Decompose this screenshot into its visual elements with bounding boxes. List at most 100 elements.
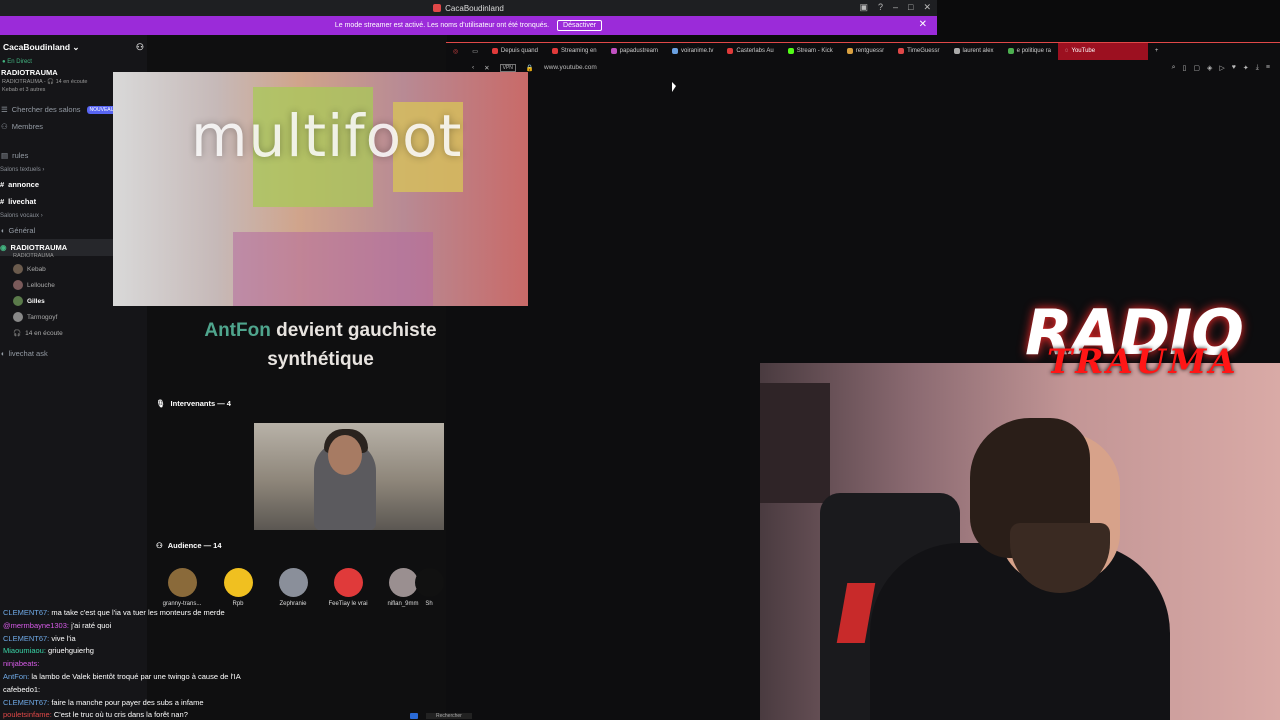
lock-icon: 🔒: [525, 64, 534, 72]
audience-member[interactable]: Zephranie: [267, 568, 319, 607]
voice-user-name: Kebab: [27, 265, 46, 273]
chat-text: vive l'ia: [49, 633, 76, 643]
tab[interactable]: rentguessr: [840, 43, 891, 60]
tab[interactable]: Depuis quand: [485, 43, 545, 60]
headline-rest: devient gauchiste synthétique: [267, 320, 437, 370]
streamer-mode-banner: Le mode streamer est activé. Les noms d'…: [0, 16, 937, 35]
vpn-badge[interactable]: VPN: [499, 63, 516, 72]
stream-video[interactable]: multifoot: [113, 72, 528, 306]
tab[interactable]: laurent alex: [947, 43, 1001, 60]
maximize-icon[interactable]: □: [908, 2, 913, 13]
speaker-video[interactable]: [254, 423, 444, 530]
extensions-icon[interactable]: ✦: [1243, 64, 1249, 72]
channel-label: livechat: [8, 197, 37, 206]
members-icon: ⚇: [1, 122, 8, 131]
listening-count[interactable]: 🎧 14 en écoute: [0, 325, 147, 341]
play-icon[interactable]: ▷: [1219, 64, 1224, 72]
tab[interactable]: Stream - Kick: [781, 43, 840, 60]
address-bar: ‹ ✕ VPN 🔒 www.youtube.com ⌕ ▯ ▢ ◈ ▷ ♥ ✦ …: [446, 59, 1280, 76]
avatar: [167, 568, 197, 597]
video-title: multifoot: [191, 102, 463, 170]
tab-label: YouTube: [1071, 48, 1096, 54]
tab[interactable]: voiranime.tv: [665, 43, 720, 60]
tab[interactable]: Streaming en: [545, 43, 604, 60]
tab-label: Casterlabs Au: [736, 48, 774, 54]
chat-user: @mermbayne1303:: [3, 620, 69, 630]
tab[interactable]: Casterlabs Au: [720, 43, 780, 60]
tab-youtube[interactable]: ◌ YouTube: [1057, 42, 1148, 60]
stage-icon: ◉: [0, 243, 7, 252]
close-icon[interactable]: ✕: [923, 2, 931, 13]
help-icon[interactable]: ?: [878, 2, 883, 13]
disable-streamer-button[interactable]: Désactiver: [557, 20, 603, 31]
tab[interactable]: e politique ra: [1001, 43, 1058, 60]
chat-text: ma take c'est que l'ia va tuer les monte…: [49, 608, 225, 617]
chat-line: ninjabeats:: [3, 658, 323, 671]
voice-user-name: Lellouche: [27, 281, 55, 289]
bookmark-icon[interactable]: ▯: [1183, 64, 1187, 72]
tab-label: papadustream: [619, 48, 658, 54]
rules-label: rules: [12, 151, 29, 160]
stop-icon[interactable]: ✕: [484, 64, 489, 72]
avatar: [333, 568, 363, 597]
banner-close-icon[interactable]: ✕: [919, 19, 927, 30]
browser-logo-icon[interactable]: ◎: [446, 43, 465, 60]
new-tab-icon[interactable]: +: [1148, 43, 1166, 60]
tab-sidebar-icon[interactable]: ▭: [465, 43, 485, 60]
favicon-icon: [1007, 48, 1014, 54]
audience-member[interactable]: Sh: [414, 568, 444, 607]
tab[interactable]: papadustream: [604, 43, 665, 60]
rules-icon: ▤: [1, 151, 9, 160]
cam-lightbox: [760, 383, 830, 503]
channel-label: annonce: [8, 180, 40, 189]
audience-member[interactable]: Rpb: [212, 568, 264, 607]
channel-label: RADIOTRAUMA: [10, 243, 68, 252]
loading-icon: ◌: [1064, 48, 1069, 54]
avatar: [13, 264, 23, 274]
tab-label: TimeGuessr: [907, 48, 940, 54]
people-icon: ⚇: [156, 541, 163, 550]
audience-member[interactable]: granny-trans...: [156, 568, 208, 607]
server-header[interactable]: CacaBoudinland ⌄ ⚇: [0, 35, 147, 59]
shield-icon[interactable]: ◈: [1207, 64, 1212, 72]
inbox-icon[interactable]: ▣: [859, 2, 868, 13]
tab-label: e politique ra: [1016, 48, 1051, 54]
chat-line: Miaoumiaou: griuehguierhg: [3, 645, 323, 658]
windows-start-icon[interactable]: [410, 713, 418, 719]
download-icon[interactable]: ⤓: [1256, 64, 1259, 72]
avatar: [13, 296, 23, 306]
channel-label: livechat ask: [8, 349, 48, 358]
add-member-icon[interactable]: ⚇: [136, 42, 144, 53]
voice-user[interactable]: Tarmogoyf: [0, 309, 147, 325]
menu-icon[interactable]: ≡: [1266, 64, 1270, 72]
avatar: [278, 568, 308, 597]
audience-member[interactable]: FeeTiay le vrai: [322, 568, 374, 607]
chat-line: CLEMENT67: faire la manche pour payer de…: [3, 697, 323, 710]
tab[interactable]: TimeGuessr: [891, 43, 946, 60]
channel-livechat-ask[interactable]: ◖ livechat ask: [0, 345, 147, 362]
hash-icon: #: [0, 180, 5, 189]
tab-label: Stream - Kick: [796, 48, 833, 54]
tab-label: Streaming en: [560, 48, 597, 54]
url-field[interactable]: www.youtube.com: [544, 64, 597, 71]
screenshot-icon[interactable]: ▢: [1193, 64, 1200, 72]
mouse-cursor-icon: [672, 82, 676, 92]
voice-user-name: Tarmogoyf: [27, 313, 58, 321]
avatar: [13, 312, 23, 322]
taskbar-search[interactable]: Rechercher: [426, 713, 472, 719]
back-icon[interactable]: ‹: [472, 64, 474, 71]
webcam-feed: [760, 363, 1280, 720]
chat-text: C'est le truc où tu cris dans la forêt n…: [51, 710, 188, 720]
heart-icon[interactable]: ♥: [1232, 64, 1236, 72]
audience-label: Audience — 14: [167, 541, 222, 550]
members-label: Membres: [11, 122, 43, 131]
chat-text: griuehguierhg: [45, 646, 94, 656]
favicon-icon: [898, 48, 905, 54]
minimize-icon[interactable]: –: [893, 2, 898, 13]
hash-icon: #: [0, 197, 5, 206]
chat-user: CLEMENT67:: [3, 608, 50, 617]
chat-line: pouletsinfame: C'est le truc où tu cris …: [3, 709, 323, 720]
zoom-icon[interactable]: ⌕: [1172, 64, 1176, 72]
text-category-label: Salons textuels: [0, 167, 41, 173]
speaker-head: [328, 435, 362, 475]
